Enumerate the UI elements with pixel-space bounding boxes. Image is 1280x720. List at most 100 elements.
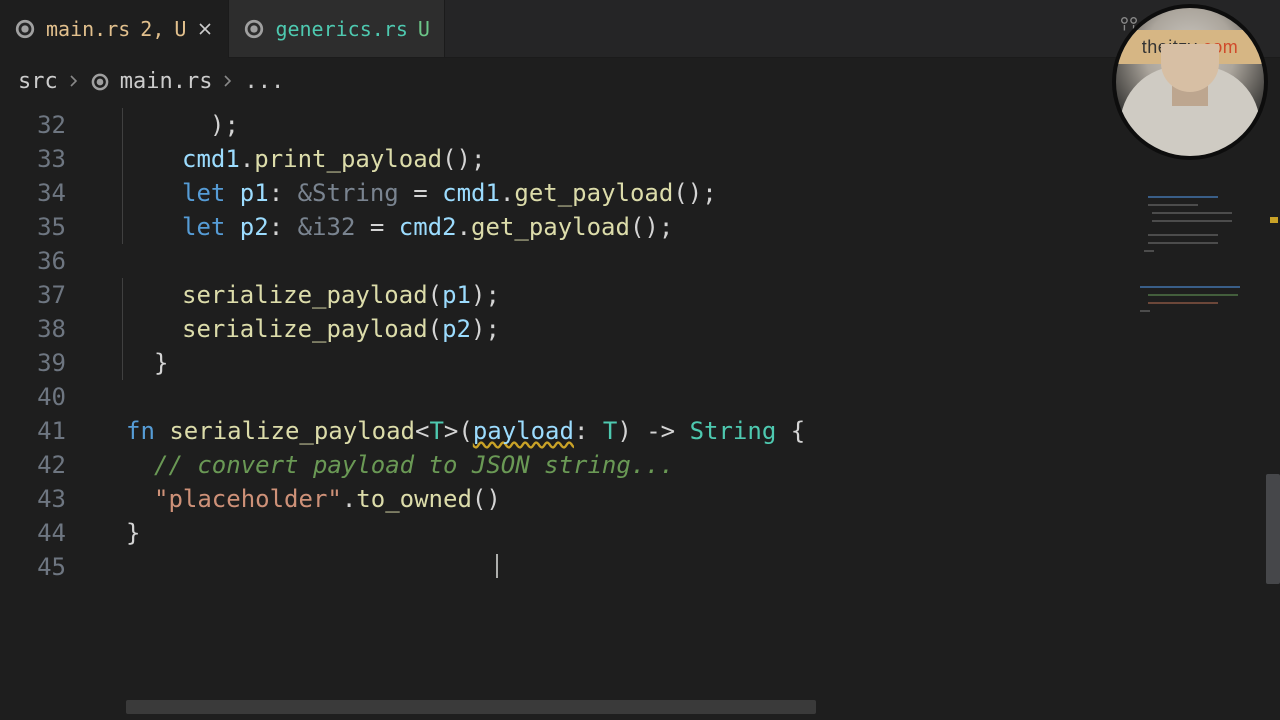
line-number: 36 (0, 244, 90, 278)
token: serialize_payload (182, 281, 428, 309)
vertical-scrollbar[interactable] (1266, 106, 1280, 720)
line-number: 39 (0, 346, 90, 380)
line-number: 38 (0, 312, 90, 346)
line-number: 40 (0, 380, 90, 414)
code-line[interactable]: } (90, 516, 1280, 550)
scroll-thumb[interactable] (1266, 474, 1280, 584)
token: to_owned (356, 485, 472, 513)
chevron-right-icon (222, 71, 234, 92)
token: < (415, 417, 429, 445)
token: p1 (442, 281, 471, 309)
token: . (240, 145, 254, 173)
chevron-right-icon (68, 71, 80, 92)
token: (); (630, 213, 673, 241)
token: = (399, 179, 442, 207)
token: cmd2 (399, 213, 457, 241)
tab-main-rs[interactable]: main.rs 2, U (0, 0, 229, 57)
token: cmd1 (182, 145, 240, 173)
token: { (776, 417, 805, 445)
line-number: 32 (0, 108, 90, 142)
tab-git-status: U (174, 17, 186, 41)
token: p2 (240, 213, 269, 241)
code-line[interactable]: // convert payload to JSON string... (90, 448, 1280, 482)
token: T (429, 417, 443, 445)
token: ); (471, 315, 500, 343)
token: serialize_payload (169, 417, 415, 445)
token: print_payload (254, 145, 442, 173)
token: let (182, 213, 240, 241)
token: &i32 (298, 213, 356, 241)
line-number: 33 (0, 142, 90, 176)
token: ); (471, 281, 500, 309)
token: let (182, 179, 240, 207)
token: ( (428, 315, 442, 343)
token: : (574, 417, 603, 445)
rust-file-icon (14, 18, 36, 40)
tab-filename: main.rs (46, 17, 130, 41)
code-line[interactable]: let p1: &String = cmd1.get_payload(); (90, 176, 1280, 210)
token: get_payload (471, 213, 630, 241)
token: (); (673, 179, 716, 207)
horizontal-scrollbar[interactable] (126, 700, 816, 714)
code-area[interactable]: );cmd1.print_payload();let p1: &String =… (90, 106, 1280, 720)
breadcrumb: src main.rs ... (0, 58, 1280, 106)
token: . (457, 213, 471, 241)
code-line[interactable] (90, 380, 1280, 414)
presenter-avatar: theitzy.com (1112, 4, 1268, 160)
line-number: 45 (0, 550, 90, 584)
line-number: 42 (0, 448, 90, 482)
token: p1 (240, 179, 269, 207)
token: // convert payload to JSON string... (154, 451, 674, 479)
code-line[interactable]: } (90, 346, 1280, 380)
code-line[interactable]: cmd1.print_payload(); (90, 142, 1280, 176)
token: "placeholder" (154, 485, 342, 513)
token: p2 (442, 315, 471, 343)
token: } (126, 519, 140, 547)
code-line[interactable] (90, 244, 1280, 278)
tab-filename: generics.rs (275, 17, 407, 41)
tab-generics-rs[interactable]: generics.rs U (229, 0, 445, 57)
tab-git-status: U (418, 17, 430, 41)
code-line[interactable]: serialize_payload(p1); (90, 278, 1280, 312)
token: ) -> (617, 417, 689, 445)
code-line[interactable]: "placeholder".to_owned() (90, 482, 1280, 516)
token: serialize_payload (182, 315, 428, 343)
token: T (603, 417, 617, 445)
scroll-warning-marker (1270, 217, 1278, 223)
token: get_payload (514, 179, 673, 207)
line-number: 43 (0, 482, 90, 516)
text-cursor (496, 554, 498, 578)
token: . (500, 179, 514, 207)
close-icon[interactable] (196, 20, 214, 38)
token: . (342, 485, 356, 513)
token: = (355, 213, 398, 241)
tab-problems-badge: 2, (140, 17, 164, 41)
token: fn (126, 417, 169, 445)
breadcrumb-more[interactable]: ... (244, 69, 284, 94)
token: cmd1 (442, 179, 500, 207)
line-number-gutter: 3233343536373839404142434445 (0, 106, 90, 720)
line-number: 34 (0, 176, 90, 210)
code-line[interactable]: ); (90, 108, 1280, 142)
token: (); (442, 145, 485, 173)
line-number: 37 (0, 278, 90, 312)
minimap[interactable] (1138, 106, 1268, 720)
breadcrumb-segment[interactable]: main.rs (120, 69, 213, 94)
token: } (154, 349, 168, 377)
breadcrumb-segment[interactable]: src (18, 69, 58, 94)
line-number: 35 (0, 210, 90, 244)
token: ( (428, 281, 442, 309)
code-line[interactable]: fn serialize_payload<T>(payload: T) -> S… (90, 414, 1280, 448)
editor[interactable]: 3233343536373839404142434445 );cmd1.prin… (0, 106, 1280, 720)
token: : (269, 213, 298, 241)
code-line[interactable] (90, 550, 1280, 584)
line-number: 44 (0, 516, 90, 550)
code-line[interactable]: serialize_payload(p2); (90, 312, 1280, 346)
token: : (269, 179, 298, 207)
token: payload (473, 417, 574, 445)
line-number: 41 (0, 414, 90, 448)
token: ); (210, 111, 239, 139)
token: () (472, 485, 501, 513)
token: >( (444, 417, 473, 445)
code-line[interactable]: let p2: &i32 = cmd2.get_payload(); (90, 210, 1280, 244)
